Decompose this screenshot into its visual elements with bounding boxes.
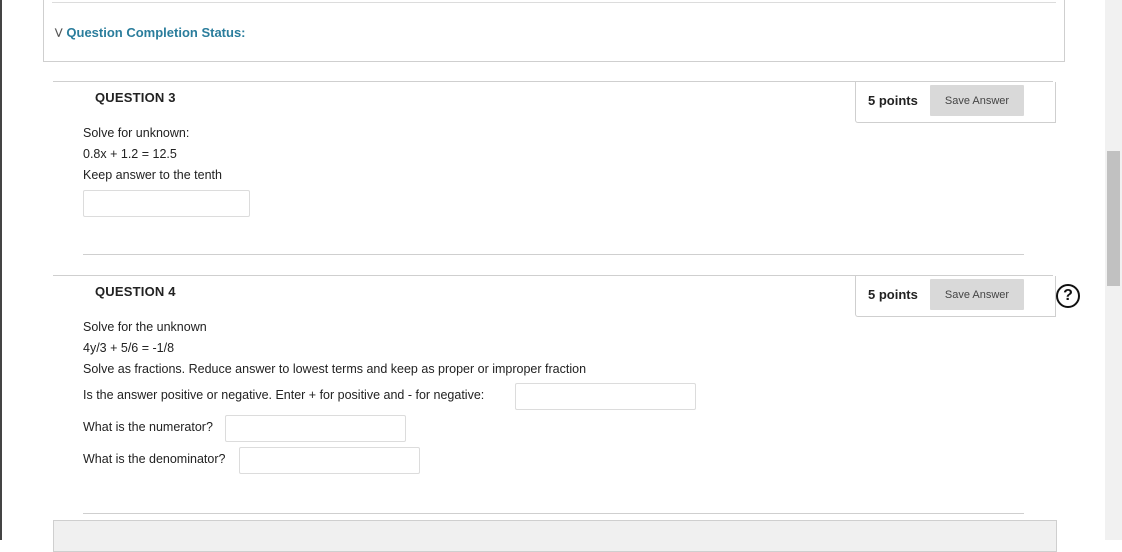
sign-input[interactable] bbox=[515, 383, 696, 410]
question-separator bbox=[83, 513, 1024, 514]
question-equation: 4y/3 + 5/6 = -1/8 bbox=[83, 341, 175, 355]
question-circle-icon[interactable]: ? bbox=[1056, 284, 1080, 308]
denominator-prompt: What is the denominator? bbox=[83, 452, 226, 466]
question-text: Solve for unknown: bbox=[83, 126, 190, 140]
question-instruction: Keep answer to the tenth bbox=[83, 168, 222, 182]
question-4-title: QUESTION 4 bbox=[95, 284, 176, 299]
question-3-points-box: 5 points Save Answer bbox=[855, 82, 1056, 123]
points-label: 5 points bbox=[868, 287, 918, 302]
completion-status-toggle[interactable]: ⋁ Question Completion Status: bbox=[55, 25, 246, 40]
completion-status-label: Question Completion Status: bbox=[66, 25, 246, 40]
question-instruction: Solve as fractions. Reduce answer to low… bbox=[83, 362, 587, 376]
question-text: Solve for the unknown bbox=[83, 320, 207, 334]
chevron-down-icon: ⋁ bbox=[55, 27, 63, 37]
question-3-title: QUESTION 3 bbox=[95, 90, 176, 105]
save-answer-button[interactable]: Save Answer bbox=[930, 279, 1024, 310]
points-label: 5 points bbox=[868, 93, 918, 108]
completion-status-panel: ⋁ Question Completion Status: bbox=[43, 0, 1065, 62]
denominator-input[interactable] bbox=[239, 447, 420, 474]
help-glyph: ? bbox=[1063, 287, 1073, 304]
answer-input[interactable] bbox=[83, 190, 250, 217]
numerator-prompt: What is the numerator? bbox=[83, 420, 213, 434]
numerator-input[interactable] bbox=[225, 415, 406, 442]
scrollbar-thumb[interactable] bbox=[1107, 151, 1120, 286]
divider bbox=[52, 2, 1056, 3]
sign-prompt: Is the answer positive or negative. Ente… bbox=[83, 388, 485, 402]
question-equation: 0.8x + 1.2 = 12.5 bbox=[83, 147, 177, 161]
left-border bbox=[0, 0, 2, 540]
next-question-panel bbox=[53, 520, 1057, 552]
question-4-points-box: 5 points Save Answer bbox=[855, 276, 1056, 317]
question-separator bbox=[83, 254, 1024, 255]
save-answer-button[interactable]: Save Answer bbox=[930, 85, 1024, 116]
